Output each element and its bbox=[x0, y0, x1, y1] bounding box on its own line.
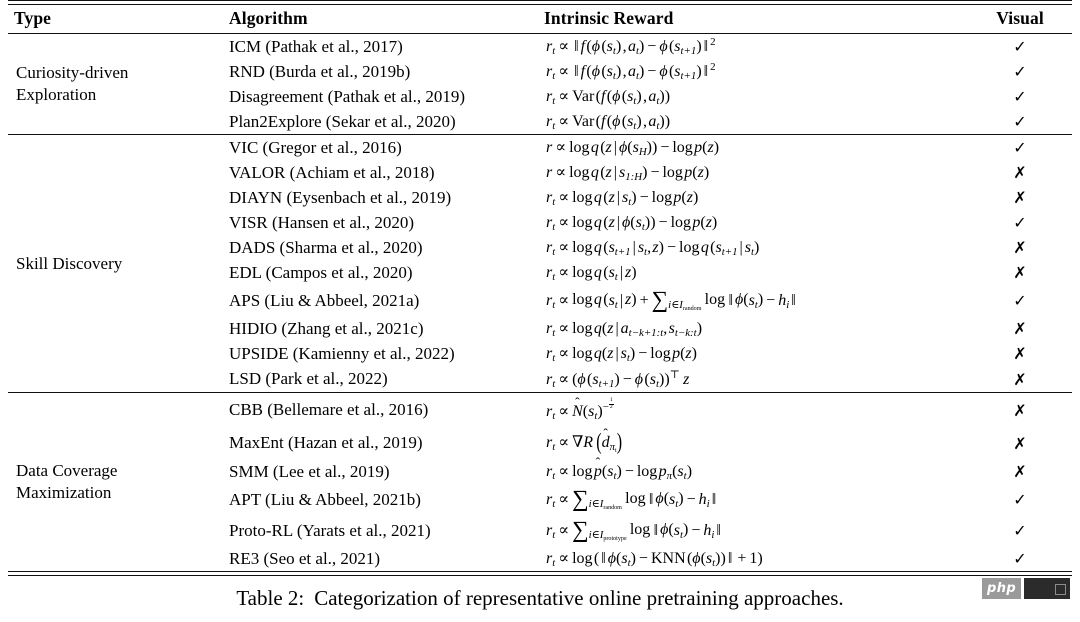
algorithm-name: RE3 (Seo et al., 2021) bbox=[229, 548, 381, 568]
visual-flag: ✗ bbox=[1013, 433, 1027, 453]
intrinsic-reward-formula: rt ∝ log q (st | z) bbox=[546, 264, 637, 284]
visual-flag: ✓ bbox=[1013, 291, 1027, 311]
intrinsic-reward-formula: rt ∝ log q(z | st) − log p(z) bbox=[546, 345, 697, 365]
intrinsic-reward-formula: rt ∝ log (‖ ϕ(st) − KNN (ϕ(st)) ‖ +1) bbox=[546, 550, 763, 570]
watermark-dark-badge bbox=[1024, 578, 1071, 599]
intrinsic-reward-formula: rt ∝ log q (st+1 | st, z) − log q (st+1 | st) bbox=[546, 239, 760, 259]
algorithm-name: EDL (Campos et al., 2020) bbox=[229, 262, 413, 282]
visual-flag: ✓ bbox=[1013, 62, 1027, 82]
visual-flag: ✓ bbox=[1013, 490, 1027, 510]
intrinsic-reward-formula: rt ∝ log q (st | z) + ∑i∈Irandom log ‖ ϕ(st) − hi… bbox=[546, 287, 796, 314]
intrinsic-reward-formula: rt ∝ log q(z | at−k+1:t, st−k:t) bbox=[546, 320, 703, 340]
section-label-line: Skill Discovery bbox=[16, 253, 123, 273]
algorithm-name: ICM (Pathak et al., 2017) bbox=[229, 36, 403, 56]
table-figure-page: Type Algorithm Intrinsic Reward Visual C… bbox=[0, 0, 1080, 622]
column-header-algorithm: Algorithm bbox=[229, 8, 308, 28]
algorithm-name: Plan2Explore (Sekar et al., 2020) bbox=[229, 111, 456, 131]
algorithm-name: DIAYN (Eysenbach et al., 2019) bbox=[229, 187, 452, 207]
algorithm-name: LSD (Park et al., 2022) bbox=[229, 369, 388, 389]
intrinsic-reward-formula: rt∝∇R (̂dπt) bbox=[546, 430, 623, 456]
section-label-line: Data Coverage bbox=[16, 460, 118, 480]
visual-flag: ✗ bbox=[1013, 369, 1027, 389]
table-row: Curiosity-driven Exploration ICM (Pathak… bbox=[8, 34, 1072, 104]
table-caption: Table 2: Categorization of representative… bbox=[0, 586, 1080, 611]
table-bottom-rule bbox=[8, 571, 1072, 577]
intrinsic-reward-formula: rt ∝ log q (z | st) − log p(z) bbox=[546, 189, 699, 209]
categorization-table: Type Algorithm Intrinsic Reward Visual C… bbox=[8, 0, 1072, 577]
column-header-visual: Visual bbox=[996, 8, 1044, 28]
intrinsic-reward-formula: rt ∝ Var (f (ϕ (st) , at)) bbox=[546, 113, 671, 133]
visual-flag: ✗ bbox=[1013, 188, 1027, 208]
table-row: Skill Discovery VIC (Gregor et al., 2016… bbox=[8, 135, 1072, 273]
section-label-line: Exploration bbox=[16, 85, 97, 105]
intrinsic-reward-formula: rt ∝ log q (z | ϕ(st)) − log p(z) bbox=[546, 214, 718, 234]
algorithm-name: VISR (Hansen et al., 2020) bbox=[229, 212, 415, 232]
visual-flag: ✓ bbox=[1013, 213, 1027, 233]
section-label-line: Curiosity-driven bbox=[16, 62, 129, 82]
visual-flag: ✓ bbox=[1013, 87, 1027, 107]
visual-flag: ✗ bbox=[1013, 319, 1027, 339]
visual-flag: ✓ bbox=[1013, 112, 1027, 132]
algorithm-name: VIC (Gregor et al., 2016) bbox=[229, 137, 402, 157]
intrinsic-reward-formula: rt∝̂N(st)−12 bbox=[546, 397, 614, 423]
table-caption-text: Categorization of representative online … bbox=[314, 586, 844, 610]
visual-flag: ✗ bbox=[1013, 238, 1027, 258]
visual-flag: ✓ bbox=[1013, 549, 1027, 569]
intrinsic-reward-formula: r ∝ log q (z | s1:H) − log p(z) bbox=[546, 164, 710, 184]
algorithm-name: HIDIO (Zhang et al., 2021c) bbox=[229, 318, 424, 338]
visual-flag: ✓ bbox=[1013, 521, 1027, 541]
table-row: Data Coverage Maximization CBB (Bellemar… bbox=[8, 393, 1072, 503]
algorithm-name: Proto-RL (Yarats et al., 2021) bbox=[229, 520, 431, 540]
algorithm-name: APS (Liu & Abbeel, 2021a) bbox=[229, 290, 420, 310]
algorithm-name: VALOR (Achiam et al., 2018) bbox=[229, 162, 435, 182]
intrinsic-reward-formula: rt ∝ ‖ f (ϕ (st) , at) − ϕ (st+1) ‖ 2 bbox=[546, 61, 716, 83]
section-label-data-coverage: Data Coverage Maximization bbox=[8, 393, 223, 571]
visual-flag: ✗ bbox=[1013, 400, 1027, 420]
algorithm-name: APT (Liu & Abbeel, 2021b) bbox=[229, 489, 421, 509]
visual-flag: ✗ bbox=[1013, 462, 1027, 482]
algorithm-name: DADS (Sharma et al., 2020) bbox=[229, 237, 423, 257]
table-caption-number: Table 2: bbox=[236, 586, 305, 610]
visual-flag: ✓ bbox=[1013, 138, 1027, 158]
visual-flag: ✗ bbox=[1013, 163, 1027, 183]
section-label-line: Maximization bbox=[16, 483, 112, 503]
intrinsic-reward-formula: r ∝ log q (z | ϕ(sH)) − log p(z) bbox=[546, 139, 720, 159]
php-watermark: php bbox=[982, 578, 1071, 599]
column-header-intrinsic-reward: Intrinsic Reward bbox=[544, 8, 674, 28]
visual-flag: ✓ bbox=[1013, 37, 1027, 57]
section-label-skill-discovery: Skill Discovery bbox=[8, 135, 223, 393]
algorithm-name: UPSIDE (Kamienny et al., 2022) bbox=[229, 343, 455, 363]
section-label-curiosity: Curiosity-driven Exploration bbox=[8, 34, 223, 135]
algorithm-name: Disagreement (Pathak et al., 2019) bbox=[229, 86, 466, 106]
intrinsic-reward-formula: rt ∝ ∑i∈Iprototype log ‖ ϕ(st) − hi ‖ bbox=[546, 517, 721, 544]
intrinsic-reward-formula: rt∝log ̂p(st)−log pπ(st) bbox=[546, 463, 693, 483]
intrinsic-reward-formula: rt ∝ Var (f (ϕ (st) , at)) bbox=[546, 88, 671, 108]
algorithm-name: SMM (Lee et al., 2019) bbox=[229, 461, 390, 481]
visual-flag: ✗ bbox=[1013, 344, 1027, 364]
intrinsic-reward-formula: rt ∝ (ϕ (st+1) − ϕ (st))⊤ z bbox=[546, 369, 690, 391]
column-header-type: Type bbox=[14, 8, 52, 28]
visual-flag: ✗ bbox=[1013, 263, 1027, 283]
algorithm-name: CBB (Bellemare et al., 2016) bbox=[229, 400, 429, 420]
intrinsic-reward-formula: rt ∝ ∑i∈Irandom log ‖ ϕ(st) − hi ‖ bbox=[546, 486, 717, 513]
algorithm-name: RND (Burda et al., 2019b) bbox=[229, 61, 411, 81]
table-header-row: Type Algorithm Intrinsic Reward Visual bbox=[8, 5, 1072, 34]
algorithm-name: MaxEnt (Hazan et al., 2019) bbox=[229, 433, 423, 453]
php-watermark-label: php bbox=[982, 578, 1022, 599]
intrinsic-reward-formula: rt ∝ ‖ f (ϕ (st) , at) − ϕ (st+1) ‖ 2 bbox=[546, 36, 716, 58]
